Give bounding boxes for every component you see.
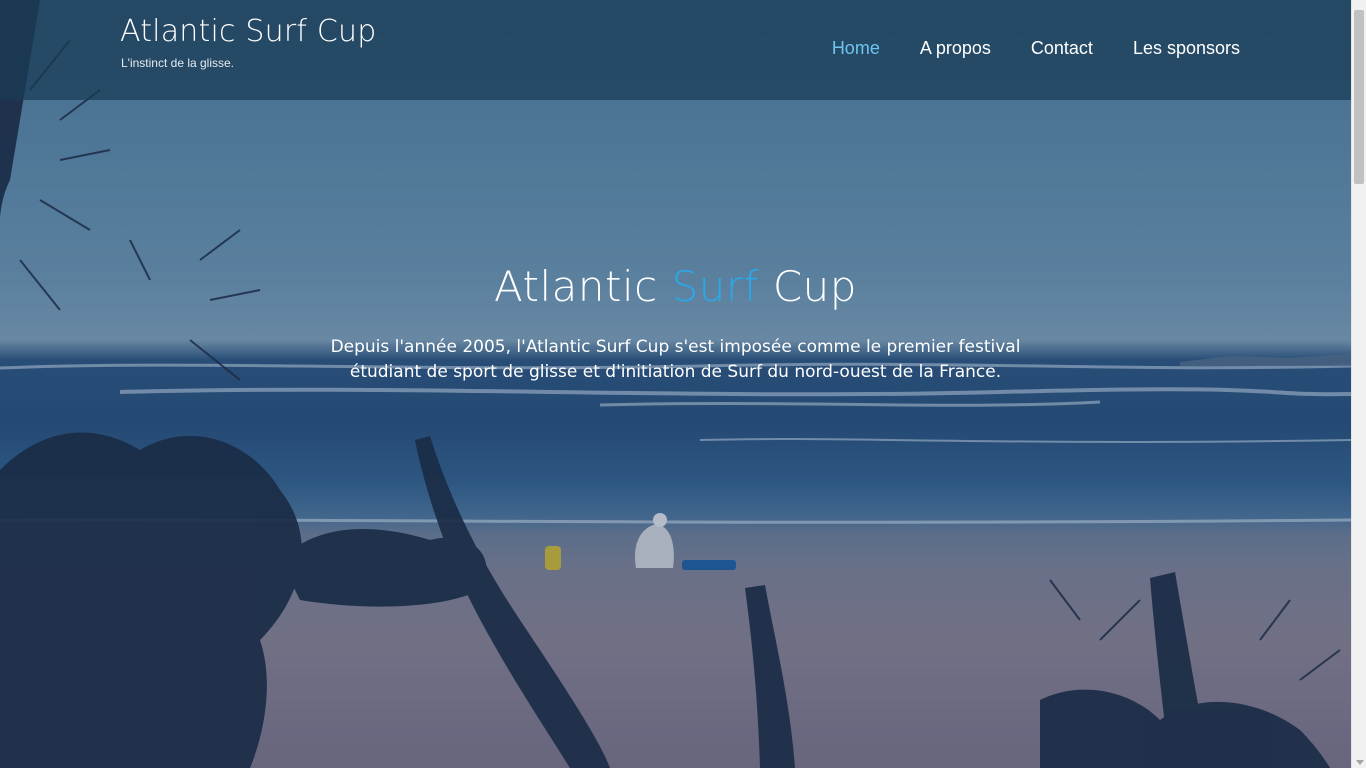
site-title[interactable]: Atlantic Surf Cup — [120, 14, 377, 49]
nav-item-contact[interactable]: Contact — [1031, 38, 1093, 59]
nav-item-a-propos[interactable]: A propos — [920, 38, 991, 59]
hero-description: Depuis l'année 2005, l'Atlantic Surf Cup… — [330, 337, 1021, 382]
chevron-down-icon[interactable] — [1356, 760, 1364, 765]
scrollbar-thumb[interactable] — [1354, 10, 1364, 184]
main-nav: Home A propos Contact Les sponsors — [832, 38, 1240, 59]
nav-item-les-sponsors[interactable]: Les sponsors — [1133, 38, 1240, 59]
page: Atlantic Surf Cup L'instinct de la gliss… — [0, 0, 1366, 768]
hero-title-part1: Atlantic — [494, 262, 672, 311]
site-header: Atlantic Surf Cup L'instinct de la gliss… — [0, 0, 1351, 100]
site-tagline: L'instinct de la glisse. — [121, 56, 235, 70]
hero-title: Atlantic Surf Cup — [0, 262, 1351, 311]
hero-title-part2: Cup — [758, 262, 857, 311]
nav-item-home[interactable]: Home — [832, 38, 880, 59]
hero-title-accent: Surf — [671, 262, 759, 311]
vertical-scrollbar[interactable] — [1351, 0, 1366, 768]
hero-section: Atlantic Surf Cup Depuis l'année 2005, l… — [0, 262, 1351, 385]
